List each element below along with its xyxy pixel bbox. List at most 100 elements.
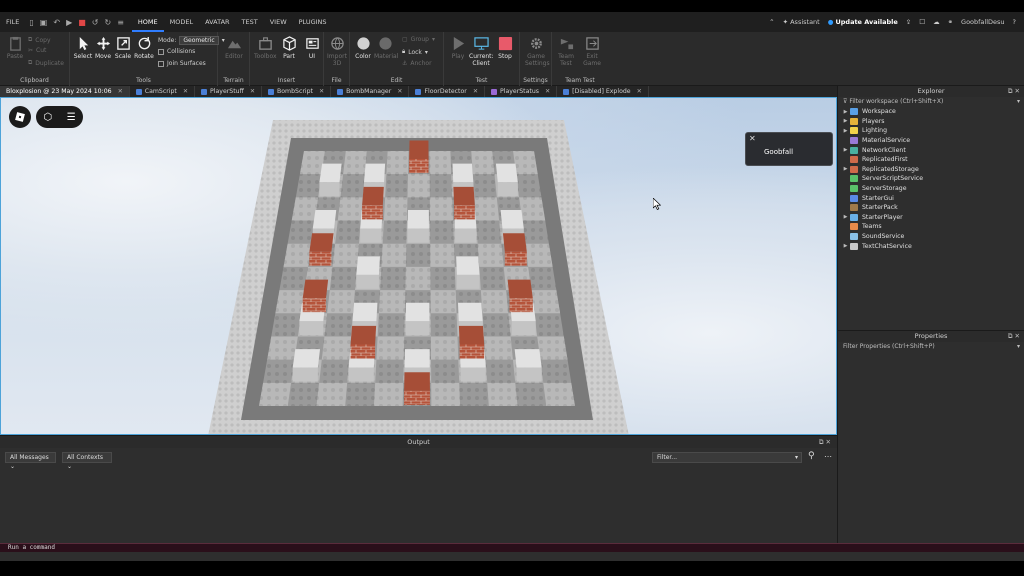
game-settings-button[interactable]: Game Settings xyxy=(525,36,550,67)
doc-tab[interactable]: FloorDetector ✕ xyxy=(409,86,485,97)
play-button[interactable]: Play xyxy=(447,36,469,60)
cube-view-icon[interactable]: ⬡ xyxy=(43,112,52,123)
roblox-menu-button[interactable] xyxy=(9,106,31,128)
ui-button[interactable]: UI xyxy=(301,36,323,60)
explorer-item[interactable]: SoundService xyxy=(841,232,1024,242)
tab-home[interactable]: HOME xyxy=(131,12,164,32)
messages-filter-dropdown[interactable]: All Messages ⌄ xyxy=(5,452,56,470)
update-button[interactable]: ● Update Available xyxy=(828,18,898,26)
expand-arrow-icon[interactable]: ▶ xyxy=(841,118,850,124)
output-filter-input[interactable]: Filter... ▾ xyxy=(652,452,802,463)
collisions-toggle[interactable]: Collisions xyxy=(158,48,195,55)
anchor-button[interactable]: ⚓︎ Anchor xyxy=(402,60,432,67)
doc-tab[interactable]: BombManager ✕ xyxy=(331,86,410,97)
doc-tab[interactable]: PlayerStuff ✕ xyxy=(195,86,263,97)
network-icon[interactable]: ⚭ xyxy=(948,18,953,26)
close-icon[interactable]: ✕ xyxy=(1015,87,1020,95)
explorer-item[interactable]: MaterialService xyxy=(841,136,1024,146)
toolbox-button[interactable]: Toolbox xyxy=(254,36,277,60)
material-button[interactable]: Material xyxy=(374,36,398,60)
explorer-item[interactable]: ▶ ReplicatedStorage xyxy=(841,165,1024,175)
doc-tab[interactable]: [Disabled] Explode ✕ xyxy=(557,86,649,97)
user-name[interactable]: GoobfallDesu xyxy=(961,18,1005,26)
cloud-icon[interactable]: ☁ xyxy=(933,18,940,26)
explorer-item[interactable]: ServerScriptService xyxy=(841,174,1024,184)
mode-select[interactable]: Mode: Geometric ▾ xyxy=(158,36,225,45)
doc-tab[interactable]: PlayerStatus ✕ xyxy=(485,86,558,97)
explorer-item[interactable]: ServerStorage xyxy=(841,184,1024,194)
customize-icon[interactable]: ≡ xyxy=(117,18,124,27)
close-icon[interactable]: ✕ xyxy=(397,88,402,95)
explorer-item[interactable]: ReplicatedFirst xyxy=(841,155,1024,165)
doc-tab[interactable]: BombScript ✕ xyxy=(262,86,332,97)
rotate-button[interactable]: Rotate xyxy=(133,36,155,60)
more-icon[interactable]: ⋯ xyxy=(824,452,832,461)
close-icon[interactable]: ✕ xyxy=(637,88,642,95)
doc-tab[interactable]: Bloxplosion @ 23 May 2024 10:06 ✕ xyxy=(0,86,130,97)
tab-avatar[interactable]: AVATAR xyxy=(199,12,235,32)
group-button[interactable]: ▢ Group ▾ xyxy=(402,36,435,43)
current-client-button[interactable]: Current: Client xyxy=(469,36,494,67)
copy-button[interactable]: ⧉ Copy xyxy=(28,36,51,44)
properties-filter-input[interactable]: Filter Properties (Ctrl+Shift+P) ▾ xyxy=(838,342,1024,352)
close-icon[interactable]: ✕ xyxy=(183,88,188,95)
new-icon[interactable]: ▯ xyxy=(29,18,33,27)
stop-button[interactable]: Stop xyxy=(494,36,516,60)
clear-output-icon[interactable]: ⚲ xyxy=(808,451,815,461)
explorer-item[interactable]: ▶ Workspace xyxy=(841,107,1024,117)
command-bar[interactable]: Run a command xyxy=(0,543,1024,552)
save-icon[interactable]: ▣ xyxy=(40,18,48,27)
join-surfaces-checkbox[interactable] xyxy=(158,60,164,67)
explorer-item[interactable]: ▶ Players xyxy=(841,117,1024,127)
3d-viewport[interactable]: ⬡ ☰ ✕ Goobfall xyxy=(0,97,837,435)
collisions-checkbox[interactable] xyxy=(158,48,164,55)
expand-arrow-icon[interactable]: ▶ xyxy=(841,214,850,220)
collapse-icon[interactable]: ⌃ xyxy=(769,18,774,26)
explorer-item[interactable]: ▶ NetworkClient xyxy=(841,145,1024,155)
contexts-filter-dropdown[interactable]: All Contexts ⌄ xyxy=(62,452,112,470)
list-icon[interactable]: ☰ xyxy=(67,112,76,123)
terrain-editor-button[interactable]: Editor xyxy=(223,36,245,60)
tab-plugins[interactable]: PLUGINS xyxy=(293,12,333,32)
move-button[interactable]: Move xyxy=(92,36,114,60)
undock-icon[interactable]: ⧉ xyxy=(1008,332,1013,340)
command-input[interactable]: Run a command xyxy=(8,544,55,551)
assistant-button[interactable]: ✦ Assistant xyxy=(783,18,820,26)
undo-history-icon[interactable]: ↶ xyxy=(53,18,60,27)
scale-button[interactable]: Scale xyxy=(112,36,134,60)
duplicate-button[interactable]: ⧉ Duplicate xyxy=(28,59,64,67)
play-icon[interactable]: ▶ xyxy=(66,18,72,27)
close-icon[interactable]: ✕ xyxy=(826,438,831,446)
close-icon[interactable]: ✕ xyxy=(118,88,123,95)
doc-tab[interactable]: CamScript ✕ xyxy=(130,86,196,97)
expand-arrow-icon[interactable]: ▶ xyxy=(841,109,850,115)
explorer-filter-input[interactable]: ⊽ Filter workspace (Ctrl+Shift+X) ▾ xyxy=(838,97,1024,107)
close-icon[interactable]: ✕ xyxy=(250,88,255,95)
redo-icon[interactable]: ↻ xyxy=(104,18,111,27)
undock-icon[interactable]: ⧉ xyxy=(819,438,824,446)
undo-icon[interactable]: ↺ xyxy=(92,18,99,27)
close-icon[interactable]: ✕ xyxy=(545,88,550,95)
expand-arrow-icon[interactable]: ▶ xyxy=(841,128,850,134)
close-icon[interactable]: ✕ xyxy=(319,88,324,95)
tab-model[interactable]: MODEL xyxy=(164,12,199,32)
explorer-item[interactable]: ▶ StarterPlayer xyxy=(841,213,1024,223)
part-button[interactable]: Part xyxy=(278,36,300,60)
expand-arrow-icon[interactable]: ▶ xyxy=(841,166,850,172)
exit-game-button[interactable]: Exit Game xyxy=(581,36,603,67)
import-3d-button[interactable]: Import 3D xyxy=(326,36,348,67)
record-icon[interactable]: ■ xyxy=(78,18,86,27)
explorer-item[interactable]: StarterPack xyxy=(841,203,1024,213)
tab-test[interactable]: TEST xyxy=(236,12,264,32)
explorer-item[interactable]: ▶ Lighting xyxy=(841,126,1024,136)
share-icon[interactable]: ⇪ xyxy=(906,18,911,26)
lock-button[interactable]: 🔒︎ Lock ▾ xyxy=(402,48,428,56)
close-icon[interactable]: ✕ xyxy=(1015,332,1020,340)
chat-icon[interactable]: ☐ xyxy=(919,18,925,26)
help-icon[interactable]: ? xyxy=(1013,18,1016,26)
explorer-item[interactable]: Teams xyxy=(841,222,1024,232)
team-test-button[interactable]: Team Test xyxy=(555,36,577,67)
close-icon[interactable]: ✕ xyxy=(749,134,756,143)
undock-icon[interactable]: ⧉ xyxy=(1008,87,1013,95)
expand-arrow-icon[interactable]: ▶ xyxy=(841,147,850,153)
